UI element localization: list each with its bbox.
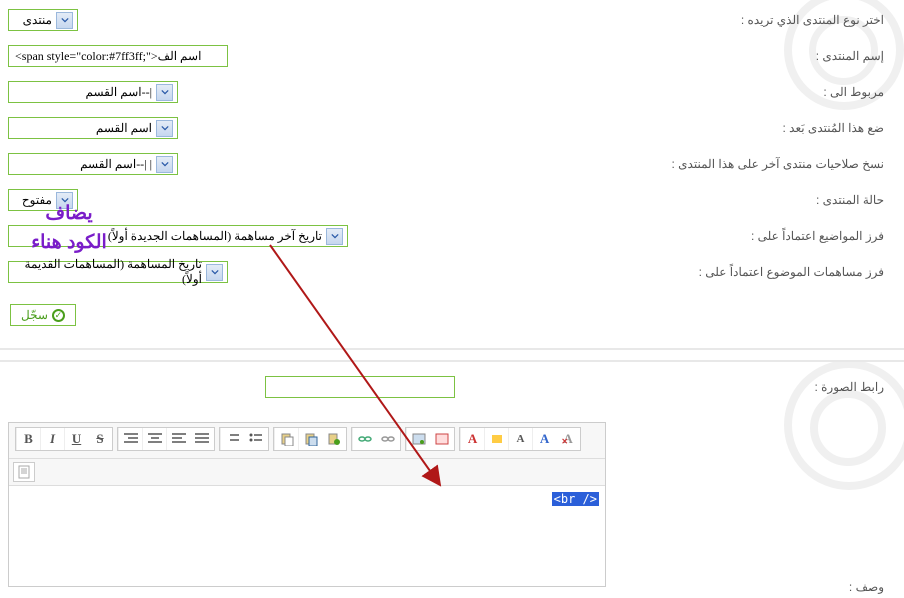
select-forum-type[interactable]: منتدى (8, 9, 78, 31)
ordered-list-button[interactable]: 12 (220, 428, 244, 450)
label-linked-to: مربوط الى : (619, 85, 884, 99)
select-value: |--اسم القسم (11, 85, 152, 100)
font-family-button[interactable]: A (532, 428, 556, 450)
selected-code: <br /> (552, 492, 599, 506)
select-value: | |--اسم القسم (11, 157, 152, 172)
underline-button[interactable]: U (64, 428, 88, 450)
label-image-link: رابط الصورة : (619, 380, 884, 394)
font-color-button[interactable]: A (460, 428, 484, 450)
label-description: وصف : (849, 580, 884, 594)
image-button[interactable] (406, 428, 430, 450)
chevron-down-icon (206, 264, 223, 281)
label-forum-name: إسم المنتدى : (619, 49, 884, 63)
svg-text:1: 1 (226, 434, 227, 439)
paste-button[interactable] (274, 428, 298, 450)
select-sort-topics[interactable]: تاريخ آخر مساهمة (المساهمات الجديدة أولا… (8, 225, 348, 247)
bg-color-button[interactable] (484, 428, 508, 450)
select-copy-perms[interactable]: | |--اسم القسم (8, 153, 178, 175)
divider (0, 360, 904, 362)
submit-button[interactable]: ✓ سجّل (10, 304, 76, 326)
chevron-down-icon (326, 228, 343, 245)
label-forum-state: حالة المنتدى : (619, 193, 884, 207)
divider (0, 348, 904, 350)
label-place-after: ضع هذا المُنتدى بَعد : (619, 121, 884, 135)
chevron-down-icon (56, 12, 73, 29)
align-left-button[interactable] (166, 428, 190, 450)
paste-word-button[interactable] (298, 428, 322, 450)
flash-button[interactable] (430, 428, 454, 450)
paste-plain-button[interactable] (322, 428, 346, 450)
input-image-link[interactable] (265, 376, 455, 398)
align-center-button[interactable] (142, 428, 166, 450)
chevron-down-icon (56, 192, 73, 209)
chevron-down-icon (156, 120, 173, 137)
remove-format-button[interactable]: A✕ (556, 428, 580, 450)
strike-button[interactable]: S (88, 428, 112, 450)
label-sort-posts: فرز مساهمات الموضوع اعتماداً على : (619, 265, 884, 279)
select-forum-state[interactable]: مفتوح (8, 189, 78, 211)
lower-section: رابط الصورة : (0, 376, 904, 416)
align-right-button[interactable] (118, 428, 142, 450)
check-icon: ✓ (52, 309, 65, 322)
unlink-button[interactable] (376, 428, 400, 450)
svg-text:2: 2 (226, 439, 227, 444)
select-value: اسم القسم (11, 121, 152, 136)
select-sort-posts[interactable]: تاريخ المساهمة (المساهمات القديمة أولاً) (8, 261, 228, 283)
link-button[interactable] (352, 428, 376, 450)
source-mode-button[interactable] (13, 462, 35, 482)
forum-settings-form: اختر نوع المنتدى الذي تريده : منتدى إسم … (0, 8, 904, 296)
select-value: تاريخ آخر مساهمة (المساهمات الجديدة أولا… (11, 229, 322, 244)
select-place-after[interactable]: اسم القسم (8, 117, 178, 139)
select-value: منتدى (23, 13, 52, 28)
select-linked-to[interactable]: |--اسم القسم (8, 81, 178, 103)
select-value: مفتوح (22, 193, 52, 208)
label-copy-perms: نسخ صلاحيات منتدى آخر على هذا المنتدى : (619, 157, 884, 171)
editor-toolbar: B I U S 12 A (9, 423, 605, 459)
document-icon (17, 465, 31, 479)
align-justify-button[interactable] (190, 428, 214, 450)
bold-button[interactable]: B (16, 428, 40, 450)
font-size-button[interactable]: A (508, 428, 532, 450)
editor-content[interactable]: <br /> (9, 486, 605, 586)
chevron-down-icon (156, 84, 173, 101)
unordered-list-button[interactable] (244, 428, 268, 450)
input-forum-name[interactable]: <span style="color:#7ff3ff;">اسم الف (8, 45, 228, 67)
label-forum-type: اختر نوع المنتدى الذي تريده : (619, 13, 884, 27)
rich-text-editor: B I U S 12 A (8, 422, 606, 587)
italic-button[interactable]: I (40, 428, 64, 450)
chevron-down-icon (156, 156, 173, 173)
select-value: تاريخ المساهمة (المساهمات القديمة أولاً) (11, 257, 202, 287)
label-sort-topics: فرز المواضيع اعتماداً على : (619, 229, 884, 243)
